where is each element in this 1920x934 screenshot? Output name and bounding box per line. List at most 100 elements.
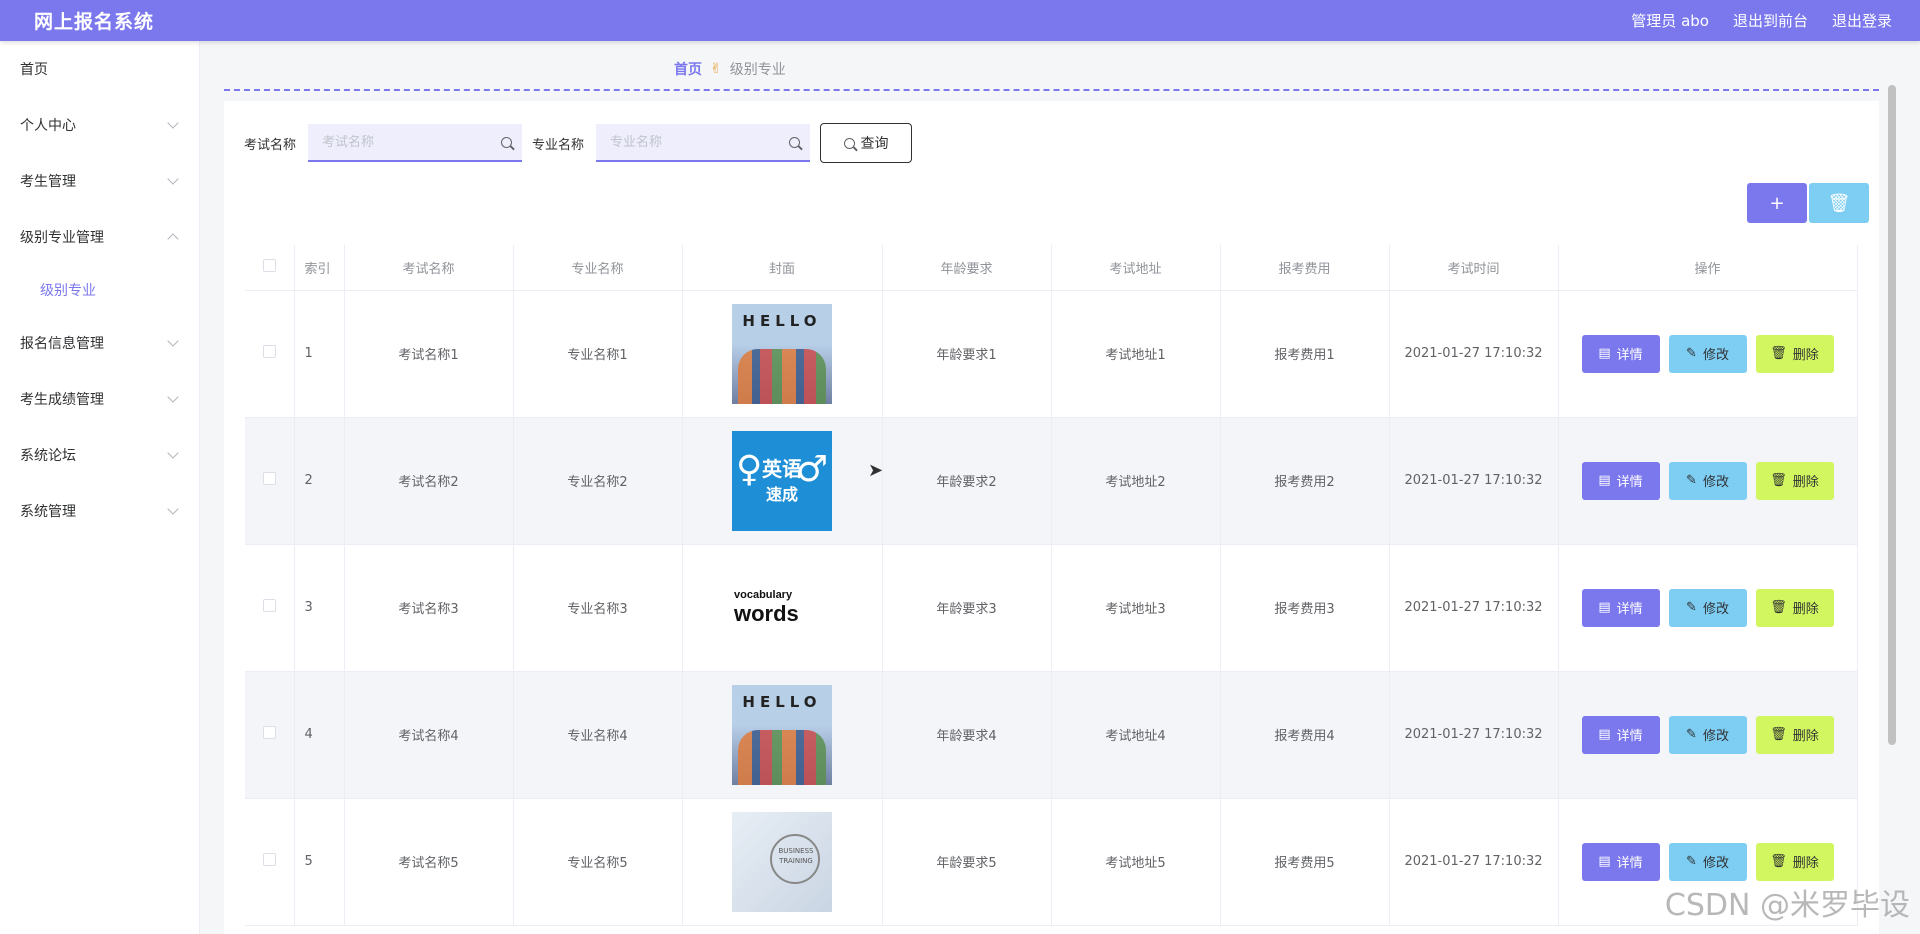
detail-button[interactable]: ▤ 详情: [1581, 334, 1660, 373]
delete-label: 删除: [1792, 856, 1819, 871]
detail-label: 详情: [1616, 856, 1643, 871]
sidebar-item-scores[interactable]: 考生成绩管理: [0, 371, 199, 427]
cover-text: BUSINESS TRAINING: [778, 846, 814, 865]
table-row: 1 考试名称1 专业名称1 HELLO 年龄要求1 考试地址1 报考费用1 20…: [245, 290, 1858, 418]
pencil-icon: ✎: [1686, 346, 1697, 361]
detail-button[interactable]: ▤ 详情: [1581, 461, 1660, 500]
delete-label: 删除: [1792, 602, 1819, 617]
cell-major-name: 专业名称2: [513, 417, 683, 545]
delete-button[interactable]: 🗑 删除: [1755, 588, 1834, 627]
trash-icon: 🗑: [1770, 600, 1787, 615]
cover-image[interactable]: vocabulary words: [732, 557, 832, 658]
row-checkbox[interactable]: [262, 726, 276, 739]
select-all-cell: [245, 245, 295, 291]
col-cover: 封面: [682, 245, 883, 291]
cell-time: 2021-01-27 17:10:32: [1389, 417, 1559, 545]
row-checkbox[interactable]: [262, 599, 276, 612]
delete-button[interactable]: 🗑 删除: [1755, 461, 1834, 500]
cover-image[interactable]: 英语 速成 ♀ ♂: [732, 430, 832, 531]
cell-index: 3: [294, 544, 345, 672]
cover-text: HELLO: [742, 311, 822, 330]
sidebar-item-forum[interactable]: 系统论坛: [0, 427, 199, 483]
cell-address: 考试地址5: [1051, 798, 1221, 926]
breadcrumb-home[interactable]: 首页: [674, 59, 702, 79]
cover-people-graphic: [738, 348, 826, 404]
sidebar-item-system[interactable]: 系统管理: [0, 483, 199, 539]
plus-icon: +: [1769, 192, 1785, 214]
col-age: 年龄要求: [882, 245, 1052, 291]
page-scrollbar[interactable]: [1888, 85, 1896, 745]
major-name-field[interactable]: [596, 124, 811, 162]
cell-age: 年龄要求1: [882, 290, 1052, 418]
cover-image[interactable]: HELLO: [732, 303, 832, 404]
chevron-down-icon: [167, 446, 179, 459]
col-exam-name: 考试名称: [344, 245, 514, 291]
chevron-down-icon: [167, 334, 179, 347]
row-checkbox[interactable]: [262, 345, 276, 358]
logout-link[interactable]: 退出登录: [1832, 10, 1892, 31]
cell-address: 考试地址4: [1051, 671, 1221, 799]
chevron-down-icon: [167, 390, 179, 403]
cell-cover: HELLO: [682, 290, 883, 418]
pencil-icon: ✎: [1686, 473, 1697, 488]
row-select-cell: [245, 671, 295, 799]
sidebar: 首页 个人中心 考生管理 级别专业管理 级别专业 报名信息管理 考生成绩管理 系…: [0, 41, 200, 934]
cell-time: 2021-01-27 17:10:32: [1389, 671, 1559, 799]
cell-index: 5: [294, 798, 345, 926]
col-fee: 报考费用: [1220, 245, 1390, 291]
sidebar-item-label: 系统管理: [20, 504, 76, 520]
detail-label: 详情: [1616, 348, 1643, 363]
edit-button[interactable]: ✎ 修改: [1668, 588, 1747, 627]
content-panel: 考试名称 专业名称 查询 + 🗑: [224, 101, 1879, 934]
add-button[interactable]: +: [1747, 183, 1807, 223]
cell-address: 考试地址2: [1051, 417, 1221, 545]
chevron-down-icon: [167, 502, 179, 515]
batch-delete-button[interactable]: 🗑: [1809, 183, 1869, 223]
cell-exam-name: 考试名称4: [344, 671, 514, 799]
select-all-checkbox[interactable]: [262, 258, 276, 272]
row-checkbox[interactable]: [262, 853, 276, 866]
exit-to-front-link[interactable]: 退出到前台: [1733, 10, 1808, 31]
exam-name-input[interactable]: [322, 134, 483, 150]
cell-fee: 报考费用4: [1220, 671, 1390, 799]
cover-text: HELLO: [742, 692, 822, 711]
cover-image[interactable]: HELLO: [732, 684, 832, 785]
sidebar-item-examinees[interactable]: 考生管理: [0, 153, 199, 209]
trash-icon: 🗑: [1770, 727, 1787, 742]
pencil-icon: ✎: [1686, 600, 1697, 615]
detail-button[interactable]: ▤ 详情: [1581, 715, 1660, 754]
exam-name-field[interactable]: [308, 124, 523, 162]
delete-button[interactable]: 🗑 删除: [1755, 715, 1834, 754]
delete-label: 删除: [1792, 729, 1819, 744]
major-name-input[interactable]: [610, 134, 771, 150]
cell-actions: ▤ 详情 ✎ 修改 🗑 删除: [1558, 290, 1858, 418]
edit-button[interactable]: ✎ 修改: [1668, 842, 1747, 881]
detail-button[interactable]: ▤ 详情: [1581, 588, 1660, 627]
sidebar-item-home[interactable]: 首页: [0, 41, 199, 97]
delete-button[interactable]: 🗑 删除: [1755, 334, 1834, 373]
trash-icon: 🗑: [1770, 473, 1787, 488]
cell-actions: ▤ 详情 ✎ 修改 🗑 删除: [1558, 671, 1858, 799]
admin-user-label[interactable]: 管理员 abo: [1631, 10, 1709, 31]
sidebar-item-personal[interactable]: 个人中心: [0, 97, 199, 153]
search-icon: [843, 137, 855, 149]
chevron-up-icon: [167, 233, 179, 245]
delete-button[interactable]: 🗑 删除: [1755, 842, 1834, 881]
sidebar-item-label: 首页: [20, 62, 48, 78]
edit-button[interactable]: ✎ 修改: [1668, 334, 1747, 373]
row-checkbox[interactable]: [262, 472, 276, 485]
cell-exam-name: 考试名称2: [344, 417, 514, 545]
sidebar-subitem-level-major[interactable]: 级别专业: [0, 265, 199, 315]
sidebar-item-registration[interactable]: 报名信息管理: [0, 315, 199, 371]
document-icon: ▤: [1598, 727, 1611, 742]
edit-button[interactable]: ✎ 修改: [1668, 461, 1747, 500]
cover-image[interactable]: BUSINESS TRAINING: [732, 811, 832, 912]
edit-button[interactable]: ✎ 修改: [1668, 715, 1747, 754]
detail-button[interactable]: ▤ 详情: [1581, 842, 1660, 881]
query-button[interactable]: 查询: [820, 123, 913, 163]
cell-major-name: 专业名称1: [513, 290, 683, 418]
top-nav: 管理员 abo 退出到前台 退出登录: [1631, 10, 1892, 31]
data-table: 索引 考试名称 专业名称 封面 年龄要求 考试地址 报考费用 考试时间 操作 1…: [245, 245, 1858, 926]
sidebar-item-level-major[interactable]: 级别专业管理: [0, 209, 199, 265]
table-row: 3 考试名称3 专业名称3 vocabulary words 年龄要求3 考试地址…: [245, 544, 1858, 672]
